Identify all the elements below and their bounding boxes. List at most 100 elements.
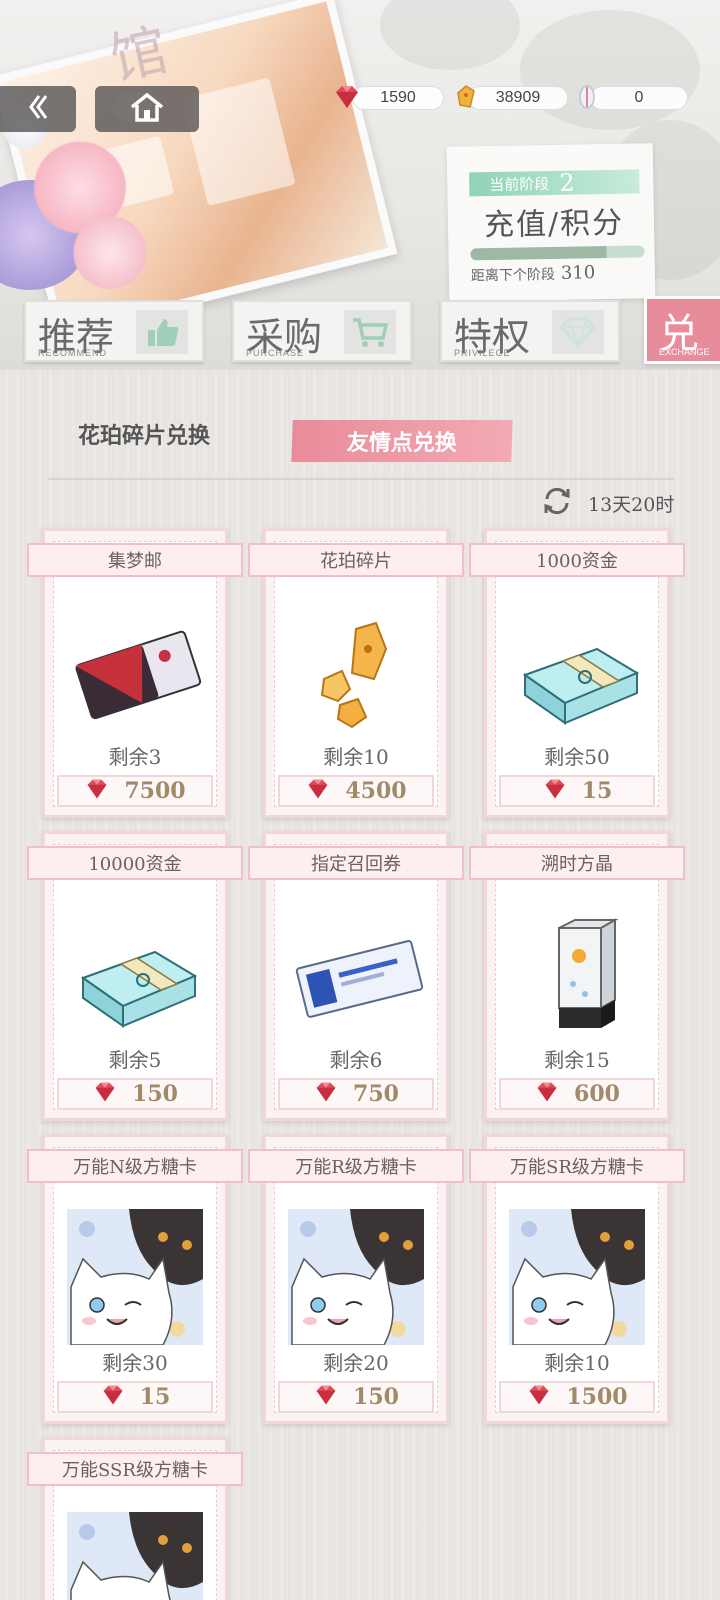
ruby-gem-icon [92, 1080, 118, 1108]
amber-balance: 38909 [468, 86, 568, 110]
leaf-shadow [380, 0, 520, 70]
stage-progress-bar [470, 245, 645, 261]
tab-label: 兑换 [659, 311, 699, 370]
tab-sublabel: RECOMMEND [38, 348, 107, 358]
ruby-gem-icon [542, 777, 568, 805]
exchange-price-button[interactable]: 4500 [278, 775, 434, 807]
feather-token-icon [570, 80, 604, 114]
item-card[interactable]: 万能N级方糖卡 剩余30 15 [27, 1134, 243, 1424]
item-name: 溯时方晶 [469, 846, 685, 880]
ruby-gem-icon [313, 1383, 339, 1411]
ruby-gem-icon [313, 1080, 339, 1108]
stage-number: 2 [559, 168, 575, 197]
cat-card-icon [67, 1512, 203, 1600]
item-card[interactable]: 指定召回券剩余6 750 [248, 831, 464, 1121]
ruby-gem-icon [534, 1080, 560, 1108]
stage-next: 距离下个阶段 310 [471, 262, 596, 285]
price-value: 15 [139, 1384, 171, 1410]
home-icon [128, 91, 166, 127]
item-name: 花珀碎片 [248, 543, 464, 577]
divider [48, 478, 674, 480]
ruby-gem-icon [305, 777, 331, 805]
refresh-timer: 13天20时 [588, 494, 675, 516]
price-value: 1500 [566, 1384, 628, 1410]
price-value: 7500 [124, 778, 186, 804]
flower-decoration [70, 215, 150, 290]
stage-card[interactable]: 当前阶段 2 充值/积分 距离下个阶段 310 [446, 143, 656, 302]
recall-ticket-icon [294, 912, 424, 1042]
tab-privilege[interactable]: 特权 PRIVILEGE [440, 300, 620, 362]
tab-recommend[interactable]: 推荐 RECOMMEND [24, 300, 204, 362]
item-remaining: 剩余15 [544, 1048, 610, 1072]
ruby-gem-icon [526, 1383, 552, 1411]
item-remaining: 剩余6 [329, 1048, 383, 1072]
price-value: 600 [574, 1081, 620, 1107]
item-card[interactable]: 集梦邮剩余3 7500 [27, 528, 243, 818]
item-remaining: 剩余10 [544, 1351, 610, 1375]
price-value: 150 [132, 1081, 178, 1107]
exchange-price-button[interactable]: 1500 [499, 1381, 655, 1413]
stage-progress-fill [470, 246, 607, 261]
home-button[interactable] [95, 86, 199, 132]
item-name: 集梦邮 [27, 543, 243, 577]
cart-icon [344, 310, 396, 354]
ticket-envelope-icon [73, 609, 203, 739]
exchange-price-button[interactable]: 7500 [57, 775, 213, 807]
cat-card-icon [288, 1209, 424, 1346]
amber-shards-icon [294, 609, 424, 739]
ruby-gem-icon [330, 80, 364, 114]
price-value: 750 [353, 1081, 399, 1107]
ruby-balance-value: 1590 [380, 89, 416, 106]
item-name: 万能SR级方糖卡 [469, 1149, 685, 1183]
ruby-balance: 1590 [352, 86, 444, 110]
item-remaining: 剩余3 [108, 745, 162, 769]
subtab-friendship-exchange[interactable]: 友情点兑换 [291, 420, 513, 462]
exchange-price-button[interactable]: 15 [57, 1381, 213, 1413]
tab-sublabel: PRIVILEGE [454, 348, 511, 358]
chevron-left-icon [25, 92, 51, 126]
stage-label: 当前阶段 [489, 174, 550, 194]
price-value: 4500 [345, 778, 407, 804]
cash-stack-icon [73, 912, 203, 1042]
cat-card-icon [509, 1209, 645, 1346]
item-card[interactable]: 万能R级方糖卡 剩余20 150 [248, 1134, 464, 1424]
item-remaining: 剩余5 [108, 1048, 162, 1072]
crystal-prism-icon [515, 912, 645, 1042]
amber-shard-icon [448, 80, 482, 114]
amber-balance-value: 38909 [495, 89, 541, 106]
exchange-price-button[interactable]: 150 [278, 1381, 434, 1413]
tab-sublabel: EXCHANGE [659, 347, 710, 357]
cash-stack-icon [515, 609, 645, 739]
item-remaining: 剩余10 [323, 745, 389, 769]
stage-tag: 当前阶段 2 [469, 168, 640, 197]
refresh-icon[interactable] [540, 484, 574, 518]
feather-balance: 0 [590, 86, 688, 110]
tab-purchase[interactable]: 采购 PURCHASE [232, 300, 412, 362]
ruby-gem-icon [100, 1383, 126, 1411]
item-name: 万能N级方糖卡 [27, 1149, 243, 1183]
stage-next-label: 距离下个阶段 [470, 266, 556, 285]
item-card[interactable]: 万能SSR级方糖卡 [27, 1437, 243, 1600]
item-card[interactable]: 花珀碎片剩余10 4500 [248, 528, 464, 818]
ruby-gem-icon [84, 777, 110, 805]
exchange-price-button[interactable]: 150 [57, 1078, 213, 1110]
back-button[interactable] [0, 86, 76, 132]
item-card[interactable]: 溯时方晶剩余15 600 [469, 831, 685, 1121]
shop-header: 馆 1590 38909 0 当前阶段 2 充值/积分 距离下个阶段 310 推… [0, 0, 720, 370]
exchange-price-button[interactable]: 15 [499, 775, 655, 807]
price-value: 15 [581, 778, 613, 804]
item-card[interactable]: 10000资金 剩余5 150 [27, 831, 243, 1121]
exchange-price-button[interactable]: 750 [278, 1078, 434, 1110]
tab-exchange[interactable]: 兑换 EXCHANGE [644, 296, 720, 370]
item-card[interactable]: 万能SR级方糖卡剩余10 1500 [469, 1134, 685, 1424]
item-name: 万能SSR级方糖卡 [27, 1452, 243, 1486]
exchange-price-button[interactable]: 600 [499, 1078, 655, 1110]
price-value: 150 [353, 1384, 399, 1410]
subtab-amber-exchange[interactable]: 花珀碎片兑换 [78, 418, 210, 450]
diamond-icon [552, 310, 604, 354]
item-name: 指定召回券 [248, 846, 464, 880]
item-name: 1000资金 [469, 543, 685, 577]
thumbs-up-icon [136, 310, 188, 354]
leaf-shadow [520, 10, 700, 130]
item-card[interactable]: 1000资金 剩余50 15 [469, 528, 685, 818]
